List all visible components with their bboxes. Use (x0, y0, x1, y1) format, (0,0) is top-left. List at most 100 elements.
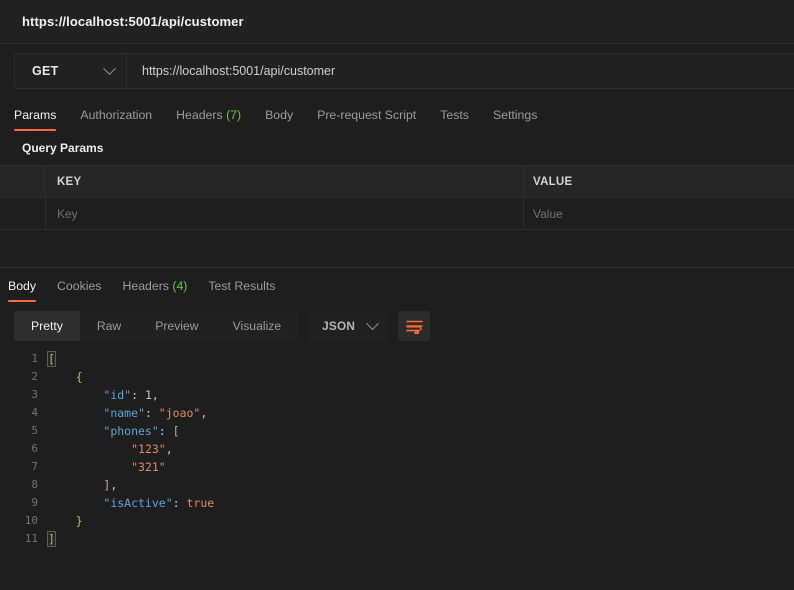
code-line: 1[ (0, 350, 794, 368)
url-bar-row: GET https://localhost:5001/api/customer (0, 44, 794, 98)
code-token: "name" (103, 406, 145, 420)
tab-authorization[interactable]: Authorization (80, 108, 152, 131)
line-number: 11 (24, 532, 38, 545)
row-checkbox-cell[interactable] (0, 198, 46, 229)
code-line-text: "phones": [ (48, 422, 180, 440)
line-number: 4 (31, 406, 38, 419)
code-token: [ (47, 351, 56, 367)
tab-settings-label: Settings (492, 108, 538, 122)
line-number: 8 (31, 478, 38, 491)
view-raw-button[interactable]: Raw (80, 311, 138, 341)
table-empty-area (0, 230, 794, 268)
code-token: true (186, 496, 215, 510)
code-line-text: "321" (48, 458, 166, 476)
wrap-lines-button[interactable] (398, 311, 431, 341)
response-tab-test-results-label: Test Results (208, 279, 276, 293)
code-line-text: "name": "joao", (48, 404, 207, 422)
response-tab-cookies[interactable]: Cookies (57, 279, 101, 302)
tab-authorization-label: Authorization (80, 108, 153, 122)
code-line: 5 "phones": [ (0, 422, 794, 440)
line-number: 5 (31, 424, 38, 437)
query-params-table: KEY VALUE Key Value (0, 165, 794, 268)
param-key-input[interactable]: Key (46, 198, 524, 229)
code-line-text: [ (47, 350, 56, 368)
code-line-text: } (48, 512, 83, 530)
code-token: [ (172, 424, 180, 438)
tab-headers[interactable]: Headers (7) (176, 108, 241, 131)
code-line-text: "isActive": true (48, 494, 214, 512)
wrap-lines-icon (405, 320, 423, 334)
line-number: 1 (31, 352, 38, 365)
url-bar: GET https://localhost:5001/api/customer (14, 53, 794, 89)
code-line-text: "123", (48, 440, 173, 458)
url-input[interactable]: https://localhost:5001/api/customer (127, 54, 794, 88)
code-token: , (200, 406, 208, 420)
request-tab-bar: Params Authorization Headers (7) Body Pr… (0, 98, 794, 131)
title-bar: https://localhost:5001/api/customer (0, 0, 794, 44)
view-pretty-button[interactable]: Pretty (14, 311, 80, 341)
tab-params-label: Params (14, 108, 57, 122)
tab-headers-count: (7) (226, 108, 242, 122)
code-line: 8 ], (0, 476, 794, 494)
response-tab-body[interactable]: Body (8, 279, 37, 302)
code-token: 1 (144, 388, 152, 402)
response-tab-headers[interactable]: Headers (4) (122, 279, 187, 302)
column-header-value: VALUE (533, 175, 573, 188)
tab-params[interactable]: Params (14, 108, 57, 131)
tab-body-label: Body (265, 108, 294, 122)
header-checkbox-cell (0, 166, 46, 197)
code-line: 3 "id": 1, (0, 386, 794, 404)
chevron-down-icon (366, 316, 379, 330)
code-token: : (158, 424, 173, 438)
response-tab-cookies-label: Cookies (57, 279, 102, 293)
code-line: 4 "name": "joao", (0, 404, 794, 422)
code-token: : (131, 388, 145, 402)
line-number: 3 (31, 388, 38, 401)
table-row[interactable]: Key Value (0, 198, 794, 230)
code-line: 9 "isActive": true (0, 494, 794, 512)
view-visualize-button[interactable]: Visualize (216, 311, 299, 341)
code-line-text: { (48, 368, 83, 386)
code-lines: 1[2 {3 "id": 1, 4 "name": "joao", 5 "phone… (0, 350, 794, 548)
code-line-text: ], (48, 476, 117, 494)
http-method-select[interactable]: GET (15, 54, 127, 88)
code-token: "isActive" (103, 496, 173, 510)
view-preview-button[interactable]: Preview (138, 311, 215, 341)
response-tab-headers-label: Headers (122, 279, 169, 293)
http-method-label: GET (32, 64, 59, 78)
tab-body[interactable]: Body (265, 108, 293, 131)
response-tab-headers-count: (4) (172, 279, 188, 293)
code-token: "joao" (158, 406, 201, 420)
code-line-text: "id": 1, (48, 386, 159, 404)
line-number: 7 (31, 460, 38, 473)
code-token: "phones" (103, 424, 159, 438)
code-line: 6 "123", (0, 440, 794, 458)
code-token: , (110, 478, 118, 492)
code-token: : (144, 406, 159, 420)
code-line-text: ] (47, 530, 56, 548)
response-body-viewer[interactable]: 1[2 {3 "id": 1, 4 "name": "joao", 5 "phone… (0, 350, 794, 590)
code-token: } (75, 514, 83, 528)
line-number: 9 (31, 496, 38, 509)
tab-pre-request-script-label: Pre-request Script (317, 108, 417, 122)
code-token: : (172, 496, 187, 510)
tab-headers-label: Headers (176, 108, 223, 122)
response-format-select[interactable]: JSON (308, 311, 389, 341)
code-token: , (165, 442, 173, 456)
line-number: 2 (31, 370, 38, 383)
table-header-row: KEY VALUE (0, 166, 794, 198)
tab-tests-label: Tests (440, 108, 469, 122)
chevron-down-icon (103, 61, 116, 75)
code-token: { (75, 370, 83, 384)
response-toolbar: Pretty Raw Preview Visualize JSON (0, 302, 794, 350)
tab-tests[interactable]: Tests (440, 108, 469, 131)
line-number: 6 (31, 442, 38, 455)
column-header-key: KEY (46, 166, 524, 197)
param-value-input[interactable]: Value (524, 198, 794, 229)
code-token: , (151, 388, 159, 402)
response-tab-test-results[interactable]: Test Results (208, 279, 275, 302)
code-token: ] (47, 531, 56, 547)
code-token: "123" (131, 442, 166, 456)
tab-pre-request-script[interactable]: Pre-request Script (317, 108, 416, 131)
tab-settings[interactable]: Settings (493, 108, 537, 131)
